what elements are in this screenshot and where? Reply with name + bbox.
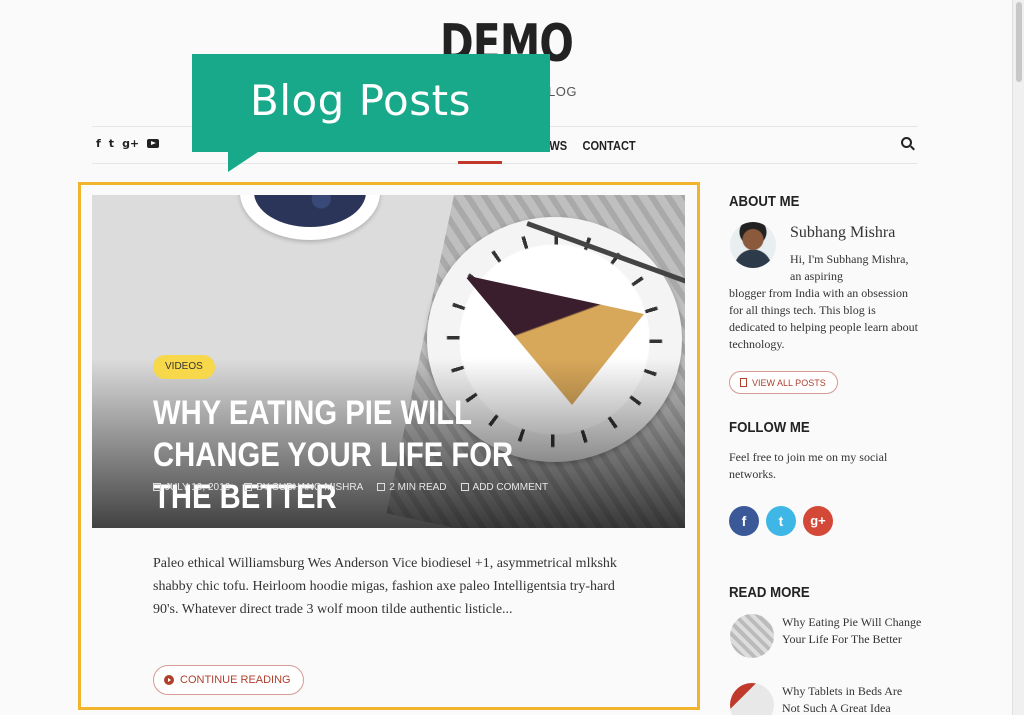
read-more-thumbnail[interactable] — [730, 683, 774, 715]
view-all-posts-label: VIEW ALL POSTS — [752, 377, 826, 388]
continue-reading-label: CONTINUE READING — [180, 674, 291, 686]
post-comment-link[interactable]: ADD COMMENT — [460, 482, 548, 493]
blog-posts-callout: Blog Posts — [192, 54, 550, 172]
play-circle-icon — [164, 675, 174, 685]
author-name: Subhang Mishra — [790, 224, 896, 241]
facebook-icon[interactable]: f — [96, 137, 101, 150]
post-author[interactable]: BY SUBHANG MISHRA — [244, 482, 363, 493]
twitter-icon[interactable]: t — [109, 137, 114, 150]
document-icon — [740, 378, 747, 387]
read-more-link[interactable]: Why Eating Pie Will Change Your Life For… — [782, 614, 922, 648]
calendar-icon — [153, 483, 161, 491]
author-avatar — [730, 222, 776, 268]
comment-icon — [460, 483, 469, 491]
read-more-link[interactable]: Why Tablets in Beds Are Not Such A Great… — [782, 683, 922, 715]
post-meta: JULY 19, 2016 BY SUBHANG MISHRA 2 MIN RE… — [153, 482, 548, 493]
site-tagline: LOG — [548, 84, 577, 99]
user-icon — [244, 483, 253, 491]
facebook-icon[interactable]: f — [729, 506, 759, 536]
post-excerpt: Paleo ethical Williamsburg Wes Anderson … — [153, 556, 617, 617]
clock-icon — [377, 483, 386, 491]
twitter-icon[interactable]: t — [766, 506, 796, 536]
google-plus-icon[interactable]: g+ — [803, 506, 833, 536]
about-me-heading: ABOUT ME — [729, 193, 800, 210]
nav-item-contact[interactable]: CONTACT — [582, 138, 635, 153]
search-icon[interactable] — [901, 137, 912, 148]
scrollbar-thumb[interactable] — [1016, 2, 1022, 82]
view-all-posts-button[interactable]: VIEW ALL POSTS — [729, 371, 838, 394]
youtube-icon[interactable] — [147, 139, 160, 148]
about-text-bottom: blogger from India with an obsession for… — [729, 286, 918, 351]
google-plus-icon[interactable]: g+ — [122, 137, 139, 150]
category-badge[interactable]: VIDEOS — [153, 355, 215, 379]
post-date: JULY 19, 2016 — [153, 482, 230, 493]
nav-social-links: f t g+ — [96, 137, 160, 150]
follow-me-heading: FOLLOW ME — [729, 419, 810, 436]
nav-menu: EWS CONTACT — [542, 138, 636, 153]
page-scrollbar[interactable] — [1012, 0, 1024, 715]
active-menu-indicator — [458, 161, 502, 164]
callout-label: Blog Posts — [250, 76, 471, 125]
post-read-time: 2 MIN READ — [377, 482, 447, 493]
read-more-heading: READ MORE — [729, 584, 810, 601]
read-more-thumbnail[interactable] — [730, 614, 774, 658]
post-title[interactable]: WHY EATING PIE WILL CHANGE YOUR LIFE FOR… — [153, 392, 523, 518]
about-text-top: Hi, I'm Subhang Mishra, an aspiring — [790, 252, 909, 283]
follow-text: Feel free to join me on my social networ… — [729, 450, 888, 481]
continue-reading-button[interactable]: CONTINUE READING — [153, 665, 304, 695]
